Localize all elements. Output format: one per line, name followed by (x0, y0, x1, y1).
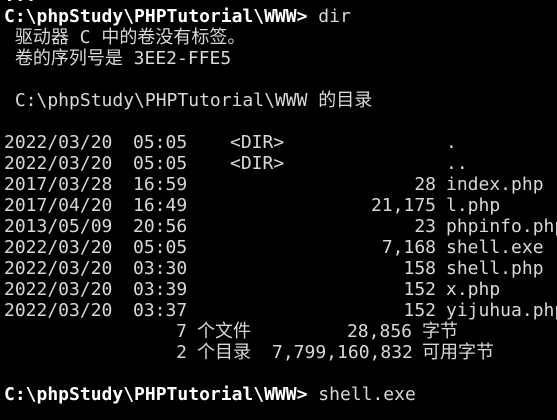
entry-size: 152 (403, 300, 436, 321)
entry-time: 03:39 (133, 279, 188, 300)
entry-size: 158 (403, 258, 436, 279)
entry-name: x.php (446, 279, 501, 300)
entry-size: 28 (414, 174, 436, 195)
entry-name: .. (446, 153, 468, 174)
prompt-path: C:\phpStudy\PHPTutorial\WWW> (4, 384, 308, 405)
entry-time: 16:59 (133, 174, 188, 195)
entry-name: yijuhua.php (446, 300, 557, 321)
summary-dirs-line: 2 个目录 7,799,160,832 可用字节 (176, 342, 494, 363)
entry-date: 2022/03/20 (4, 300, 113, 321)
entry-name: . (446, 132, 457, 153)
entry-size: 21,175 (370, 195, 436, 216)
directory-listing: 2022/03/20 05:05 <DIR>. 2022/03/20 05:05 <DIR… (0, 132, 557, 321)
entry-name: l.php (446, 195, 501, 216)
top-prompt-line: C:\phpStudy\PHPTutorial\WWW> dir (0, 6, 557, 27)
file-entry-row: 2013/05/09 20:56 23 phpinfo.php (0, 216, 557, 237)
entry-date: 2022/03/20 (4, 237, 113, 258)
entry-date: 2013/05/09 (4, 216, 113, 237)
file-entry-row: 2022/03/20 05:05 7,168 shell.exe (0, 237, 557, 258)
entry-dir-flag: <DIR> (230, 132, 285, 153)
entry-date: 2017/03/28 (4, 174, 113, 195)
entry-size: 7,168 (381, 237, 436, 258)
entry-name: shell.exe (446, 237, 544, 258)
file-entry-row: 2022/03/20 05:05 <DIR>. (0, 132, 557, 153)
file-entry-row: 2017/03/28 16:59 28 index.php (0, 174, 557, 195)
entry-size: 152 (403, 279, 436, 300)
volume-label-line: 驱动器 C 中的卷没有标签。 (4, 27, 246, 48)
entry-name: phpinfo.php (446, 216, 557, 237)
file-entry-row: 2022/03/20 03:37 152 yijuhua.php (0, 300, 557, 321)
file-entry-row: 2017/04/20 16:49 21,175 l.php (0, 195, 557, 216)
volume-serial-line: 卷的序列号是 3EE2-FFE5 (4, 48, 232, 69)
prompt-path: C:\phpStudy\PHPTutorial\WWW> (4, 6, 308, 27)
entry-date: 2017/04/20 (4, 195, 113, 216)
entry-name: shell.php (446, 258, 544, 279)
entry-time: 05:05 (133, 153, 188, 174)
summary-files-line: 7 个文件 28,856 字节 (176, 321, 458, 342)
entry-size: 23 (414, 216, 436, 237)
file-entry-row: 2022/03/20 05:05 <DIR>.. (0, 153, 557, 174)
entry-time: 05:05 (133, 237, 188, 258)
entry-time: 20:56 (133, 216, 188, 237)
entry-time: 05:05 (133, 132, 188, 153)
typed-command: shell.exe (318, 384, 416, 405)
entry-name: index.php (446, 174, 544, 195)
typed-command: dir (318, 6, 351, 27)
entry-date: 2022/03/20 (4, 153, 113, 174)
entry-time: 03:37 (133, 300, 188, 321)
entry-date: 2022/03/20 (4, 132, 113, 153)
file-entry-row: 2022/03/20 03:39 152 x.php (0, 279, 557, 300)
directory-of-line: C:\phpStudy\PHPTutorial\WWW 的目录 (4, 90, 373, 111)
console-window[interactable]: ... C:\phpStudy\PHPTutorial\WWW> dir 驱动器… (0, 0, 557, 420)
entry-date: 2022/03/20 (4, 279, 113, 300)
entry-time: 03:30 (133, 258, 188, 279)
entry-dir-flag: <DIR> (230, 153, 285, 174)
entry-date: 2022/03/20 (4, 258, 113, 279)
file-entry-row: 2022/03/20 03:30 158 shell.php (0, 258, 557, 279)
bottom-prompt-line[interactable]: C:\phpStudy\PHPTutorial\WWW> shell.exe (0, 384, 557, 405)
entry-time: 16:49 (133, 195, 188, 216)
